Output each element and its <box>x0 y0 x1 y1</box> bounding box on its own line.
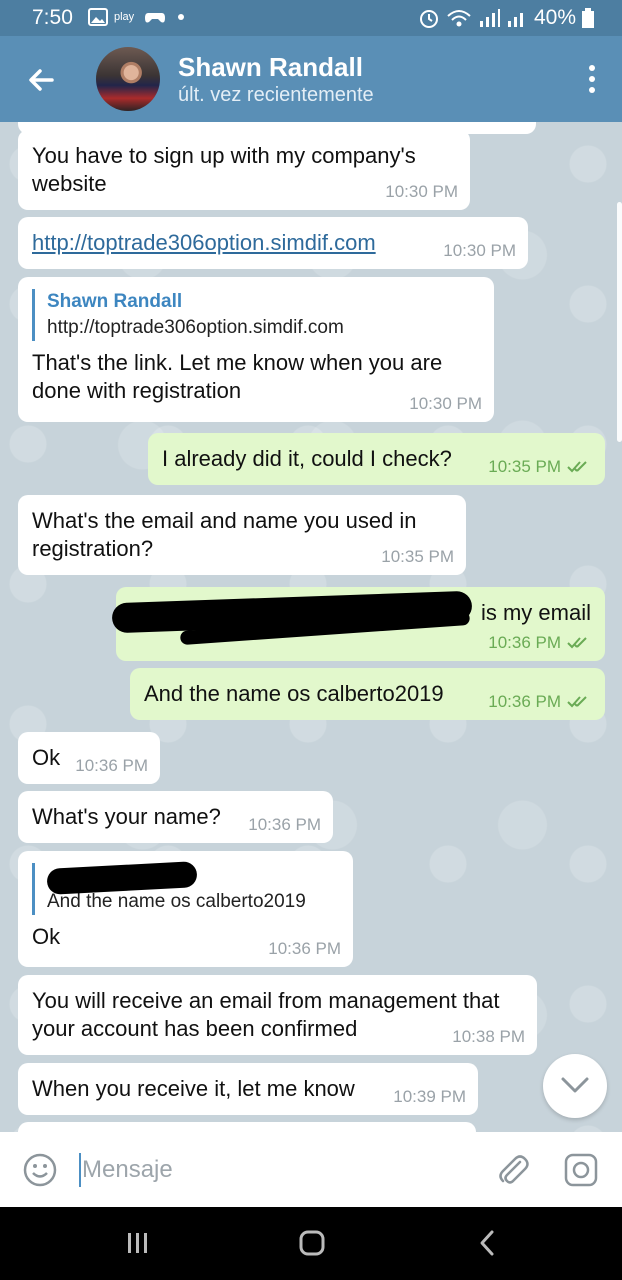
attach-icon[interactable] <box>496 1152 530 1188</box>
status-right: 40% <box>418 6 594 30</box>
message-incoming[interactable]: Ok 10:36 PM <box>18 732 160 784</box>
message-text: You will receive an email from managemen… <box>32 988 500 1041</box>
message-time: 10:36 PM <box>75 756 148 775</box>
game-controller-icon <box>145 13 165 23</box>
message-text: You have to sign up with my company's we… <box>32 143 416 196</box>
back-nav-icon[interactable] <box>476 1229 498 1257</box>
message-incoming[interactable]: What's your name? 10:36 PM <box>18 791 333 843</box>
signal-icon <box>479 9 500 27</box>
reply-text: And the name os calberto2019 <box>47 891 306 912</box>
wifi-icon <box>447 10 471 27</box>
chat-header: Shawn Randall últ. vez recientemente <box>0 36 622 122</box>
message-time: 10:30 PM <box>443 241 516 260</box>
home-icon[interactable] <box>298 1229 326 1257</box>
camera-icon[interactable] <box>563 1152 599 1188</box>
message-time: 10:35 PM <box>381 547 454 566</box>
message-time: 10:30 PM <box>409 394 482 413</box>
partial-message-bubble <box>18 1122 476 1132</box>
contact-status: últ. vez recientemente <box>178 84 374 106</box>
message-incoming[interactable]: You will receive an email from managemen… <box>18 975 537 1055</box>
contact-avatar[interactable] <box>96 47 160 111</box>
scroll-indicator[interactable] <box>617 202 622 442</box>
text-caret <box>79 1153 81 1187</box>
alarm-icon <box>419 10 438 28</box>
scroll-down-button[interactable] <box>543 1054 607 1118</box>
signal-2-icon <box>507 13 523 27</box>
message-time: 10:36 PM <box>268 939 341 958</box>
message-text: And the name os calberto2019 <box>144 681 444 706</box>
message-text: What's your name? <box>32 804 221 829</box>
message-text: is my email <box>480 600 591 625</box>
reply-quote[interactable]: And the name os calberto2019 <box>32 861 339 915</box>
reply-sender: Shawn Randall <box>47 291 183 312</box>
message-text: When you receive it, let me know <box>32 1076 355 1101</box>
message-text: Ok <box>32 745 61 770</box>
message-incoming-reply[interactable]: Shawn Randall http://toptrade306option.s… <box>18 277 494 422</box>
message-incoming[interactable]: What's the email and name you used in re… <box>18 495 466 575</box>
back-arrow-icon[interactable] <box>22 60 62 100</box>
message-outgoing-email[interactable]: is my email 10:36 PM <box>111 587 605 661</box>
message-text: That's the link. Let me know when you ar… <box>32 350 443 403</box>
message-time: 10:36 PM <box>488 692 561 711</box>
play-store-icon: play <box>114 11 135 23</box>
message-link[interactable]: http://toptrade306option.simdif.com <box>32 230 376 255</box>
message-time: 10:39 PM <box>393 1087 466 1106</box>
message-incoming[interactable]: When you receive it, let me know 10:39 P… <box>18 1063 478 1115</box>
status-bar: 7:50 play 40% <box>0 0 622 36</box>
double-check-icon <box>567 637 587 649</box>
recent-apps-icon[interactable] <box>126 1229 150 1257</box>
chat-area[interactable]: You have to sign up with my company's we… <box>0 122 622 1132</box>
message-input[interactable]: Mensaje <box>82 1156 173 1184</box>
notification-dot-icon <box>178 14 184 20</box>
message-incoming-reply[interactable]: And the name os calberto2019 Ok 10:36 PM <box>18 851 353 967</box>
reply-quote[interactable]: Shawn Randall http://toptrade306option.s… <box>32 289 480 341</box>
message-time: 10:36 PM <box>248 815 321 834</box>
reply-text: http://toptrade306option.simdif.com <box>47 317 344 338</box>
message-text: I already did it, could I check? <box>162 446 452 471</box>
battery-icon <box>582 8 594 28</box>
svg-text:play: play <box>114 11 135 23</box>
chevron-down-icon <box>561 1077 589 1093</box>
message-outgoing[interactable]: And the name os calberto2019 10:36 PM <box>130 668 605 720</box>
gallery-icon <box>88 8 108 26</box>
message-time: 10:38 PM <box>452 1027 525 1046</box>
message-time: 10:36 PM <box>488 633 561 652</box>
system-navigation-bar <box>0 1207 622 1280</box>
message-time: 10:30 PM <box>385 182 458 201</box>
message-text: Ok <box>32 924 61 949</box>
reply-sender-redacted <box>46 861 339 895</box>
message-composer: Mensaje <box>0 1132 622 1207</box>
contact-name[interactable]: Shawn Randall <box>178 52 363 83</box>
double-check-icon <box>567 696 587 708</box>
message-text: What's the email and name you used in re… <box>32 508 417 561</box>
emoji-icon[interactable] <box>22 1152 58 1188</box>
double-check-icon <box>567 461 587 473</box>
battery-percent: 40% <box>533 6 576 29</box>
message-time: 10:35 PM <box>488 457 561 476</box>
message-incoming[interactable]: You have to sign up with my company's we… <box>18 130 470 210</box>
message-outgoing[interactable]: I already did it, could I check? 10:35 P… <box>148 433 605 485</box>
more-options-icon[interactable] <box>586 64 598 94</box>
message-incoming-link[interactable]: http://toptrade306option.simdif.com 10:3… <box>18 217 528 269</box>
status-time: 7:50 <box>32 6 73 29</box>
